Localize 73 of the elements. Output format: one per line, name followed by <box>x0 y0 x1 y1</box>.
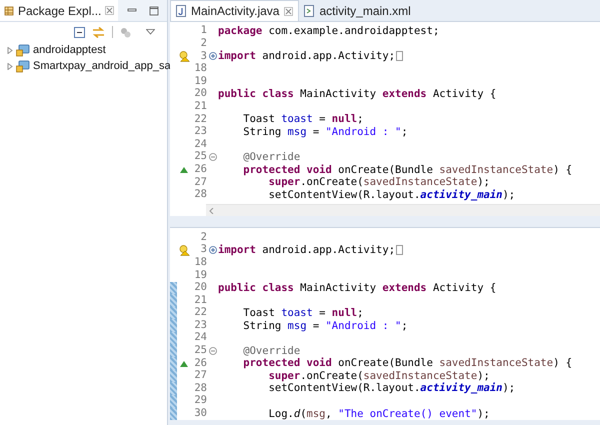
collapse-fold-icon[interactable] <box>208 153 216 162</box>
editor-tab[interactable]: MainActivity.java <box>170 0 300 21</box>
line-number: 3 <box>200 242 207 257</box>
line-number: 29 <box>193 393 207 408</box>
expand-fold-icon[interactable] <box>208 52 216 60</box>
android-project-icon <box>16 44 30 56</box>
line-number: 26 <box>193 356 207 370</box>
line-number: 18 <box>193 61 207 76</box>
line-number: 2 <box>200 36 207 51</box>
code-line: Toast toast = null; <box>242 114 364 125</box>
line-number: 2 <box>200 230 207 244</box>
project-label[interactable]: Smartxpay_android_app_sa <box>33 58 171 74</box>
line-number: 1 <box>200 23 207 38</box>
line-number: 21 <box>193 292 207 307</box>
code-line: String msg = "Android : "; <box>242 126 408 138</box>
close-icon[interactable] <box>284 6 294 16</box>
collapsed-arrow-icon[interactable] <box>7 46 13 54</box>
line-number: 23 <box>193 318 207 332</box>
code-line: import android.app.Activity; <box>218 244 396 256</box>
line-number: 22 <box>193 305 207 320</box>
line-number: 30 <box>193 406 207 422</box>
collapsed-arrow-icon[interactable] <box>7 62 13 70</box>
link-arrows-icon[interactable] <box>92 26 105 38</box>
code-line: public class MainActivity extends Activity { <box>218 89 496 100</box>
code-line: protected void onCreate(Bundle savedInstanceState) { <box>242 358 572 369</box>
project-label[interactable]: androidapptest <box>33 42 106 58</box>
close-icon[interactable] <box>105 6 114 15</box>
line-number: 24 <box>193 330 207 345</box>
line-number: 22 <box>193 112 207 126</box>
code-line: public class MainActivity extends Activity { <box>218 282 496 294</box>
code-line: setContentView(R.layout.activity_main); <box>268 383 516 394</box>
editor-tab[interactable]: activity_main.xml <box>299 0 416 21</box>
android-project-icon <box>16 60 30 72</box>
override-triangle-icon[interactable] <box>180 166 188 173</box>
line-number: 25 <box>193 149 207 164</box>
override-triangle-icon[interactable] <box>180 360 188 367</box>
line-number: 19 <box>193 268 207 282</box>
code-line: import android.app.Activity; <box>218 51 396 62</box>
code-line: String msg = "Android : "; <box>242 320 408 332</box>
package-explorer-tab[interactable]: Package Expl... <box>0 0 118 21</box>
collapse-fold-icon[interactable] <box>208 346 216 355</box>
code-line: package com.example.androidapptest; <box>218 26 440 37</box>
line-number: 27 <box>193 368 207 383</box>
line-number: 3 <box>200 48 207 63</box>
code-line: Toast toast = null; <box>242 308 364 318</box>
horizontal-scrollbar[interactable] <box>206 204 600 216</box>
line-number: 28 <box>193 380 207 395</box>
line-number: 24 <box>193 136 207 151</box>
line-number: 23 <box>193 124 207 139</box>
code-line: Log.d(msg, "The onCreate() event"); <box>268 408 490 420</box>
code-line: setContentView(R.layout.activity_main); <box>268 190 516 200</box>
view-menu-icon[interactable] <box>146 29 155 35</box>
expand-fold-icon[interactable] <box>208 246 216 254</box>
line-number: 18 <box>193 254 207 270</box>
folded-code-box[interactable] <box>396 51 404 62</box>
code-line: super.onCreate(savedInstanceState); <box>268 370 490 382</box>
line-number: 20 <box>193 86 207 101</box>
code-line: protected void onCreate(Bundle savedInstanceState) { <box>242 164 572 176</box>
code-line: @Override <box>242 152 300 162</box>
package-explorer-icon <box>4 6 14 16</box>
scroll-left-icon[interactable] <box>209 208 215 214</box>
code-line: @Override <box>242 346 300 356</box>
line-number: 20 <box>193 280 207 295</box>
line-number: 27 <box>193 174 207 189</box>
line-number: 25 <box>193 343 207 358</box>
folded-code-box[interactable] <box>396 245 404 256</box>
line-number: 21 <box>193 98 207 114</box>
line-number: 28 <box>193 187 207 202</box>
line-number: 26 <box>193 162 207 177</box>
code-line: super.onCreate(savedInstanceState); <box>268 177 490 188</box>
line-number: 19 <box>193 74 207 88</box>
maximize-icon[interactable] <box>149 6 159 16</box>
collapse-all-icon[interactable] <box>74 26 85 38</box>
